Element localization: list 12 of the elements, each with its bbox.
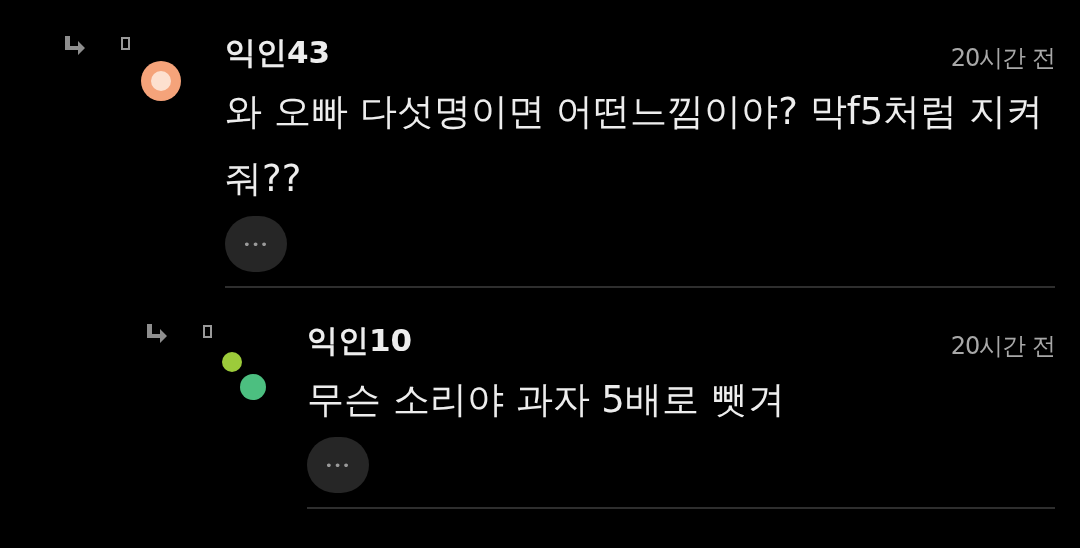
timestamp: 20시간 전: [950, 43, 1055, 74]
small-rectangle-icon: [203, 325, 212, 338]
reply-arrow-icon: [144, 323, 168, 343]
small-rectangle-icon: [121, 37, 130, 50]
timestamp: 20시간 전: [950, 331, 1055, 362]
comment-text: 무슨 소리야 과자 5배로 뺏겨: [307, 377, 786, 423]
author-name: 익인43: [225, 33, 331, 72]
author-name: 익인10: [307, 321, 413, 360]
more-button[interactable]: •••: [225, 216, 287, 272]
reply-arrow-icon: [62, 35, 86, 55]
comment-text: 와 오빠 다섯명이면 어떤느낌이야? 막f5처럼 지켜줘??: [225, 89, 1044, 202]
more-button[interactable]: •••: [307, 437, 369, 493]
